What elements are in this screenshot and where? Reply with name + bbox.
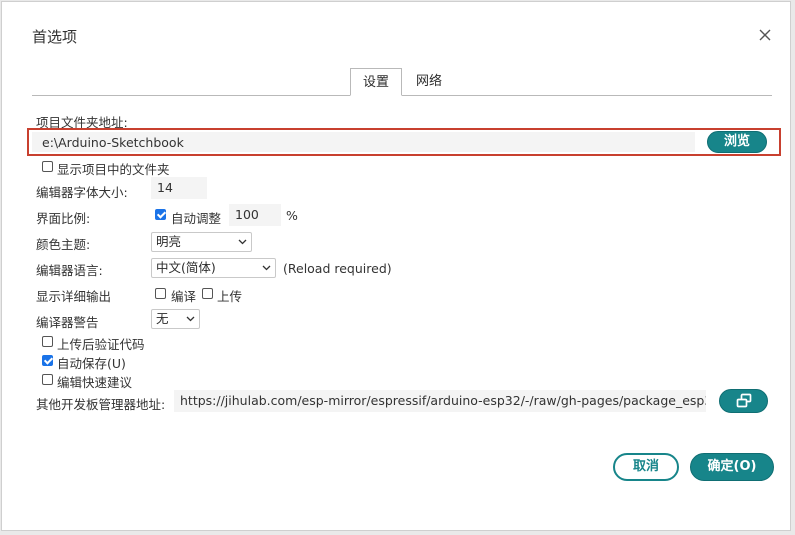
board-urls-input[interactable]: https://jihulab.com/esp-mirror/espressif…: [174, 390, 706, 412]
font-size-input[interactable]: 14: [151, 177, 207, 199]
sketchbook-path-input[interactable]: [32, 132, 695, 152]
quick-suggestions-label: 编辑快速建议: [57, 375, 133, 390]
close-icon[interactable]: [756, 26, 774, 44]
tab-settings[interactable]: 设置: [350, 68, 402, 96]
cancel-button[interactable]: 取消: [613, 453, 679, 481]
scale-input[interactable]: 100: [229, 204, 281, 226]
verbose-compile-label: 编译: [171, 289, 197, 304]
language-selected: 中文(简体): [156, 260, 216, 275]
language-select[interactable]: 中文(简体): [151, 258, 276, 278]
board-urls-edit-button[interactable]: [719, 389, 768, 413]
ok-button[interactable]: 确定(O): [690, 453, 774, 481]
autosave-label: 自动保存(U): [57, 356, 126, 371]
font-size-label: 编辑器字体大小:: [36, 185, 128, 200]
tab-divider: [32, 95, 772, 96]
verbose-label: 显示详细输出: [36, 289, 112, 304]
preferences-dialog: 首选项 设置 网络 项目文件夹地址: 浏览 显示项目中的文件夹 编辑器字体大小:…: [1, 1, 791, 531]
verbose-compile-checkbox[interactable]: [155, 288, 166, 299]
chevron-down-icon: [262, 265, 271, 271]
autosave-checkbox[interactable]: [42, 355, 53, 366]
language-reload-note: (Reload required): [283, 261, 392, 276]
quick-suggestions-checkbox[interactable]: [42, 374, 53, 385]
dialog-title: 首选项: [32, 28, 78, 46]
theme-selected: 明亮: [156, 234, 182, 249]
scale-unit: %: [286, 208, 298, 223]
show-files-checkbox[interactable]: [42, 161, 53, 172]
verify-upload-label: 上传后验证代码: [57, 337, 145, 352]
theme-label: 颜色主题:: [36, 237, 91, 252]
warnings-selected: 无: [156, 311, 169, 326]
chevron-down-icon: [238, 239, 247, 245]
auto-scale-checkbox[interactable]: [155, 209, 166, 220]
verify-upload-checkbox[interactable]: [42, 336, 53, 347]
show-files-label: 显示项目中的文件夹: [57, 162, 170, 177]
sketchbook-path-row: 浏览: [27, 128, 781, 156]
board-urls-label: 其他开发板管理器地址:: [36, 397, 166, 412]
verbose-upload-label: 上传: [217, 289, 243, 304]
copy-window-icon: [736, 393, 751, 408]
auto-scale-label: 自动调整: [171, 211, 222, 226]
warnings-label: 编译器警告: [36, 315, 99, 330]
language-label: 编辑器语言:: [36, 263, 103, 278]
browse-button[interactable]: 浏览: [707, 131, 767, 153]
tab-network[interactable]: 网络: [406, 68, 452, 96]
chevron-down-icon: [186, 316, 195, 322]
verbose-upload-checkbox[interactable]: [202, 288, 213, 299]
theme-select[interactable]: 明亮: [151, 232, 252, 252]
warnings-select[interactable]: 无: [151, 309, 200, 329]
scale-label: 界面比例:: [36, 211, 91, 226]
